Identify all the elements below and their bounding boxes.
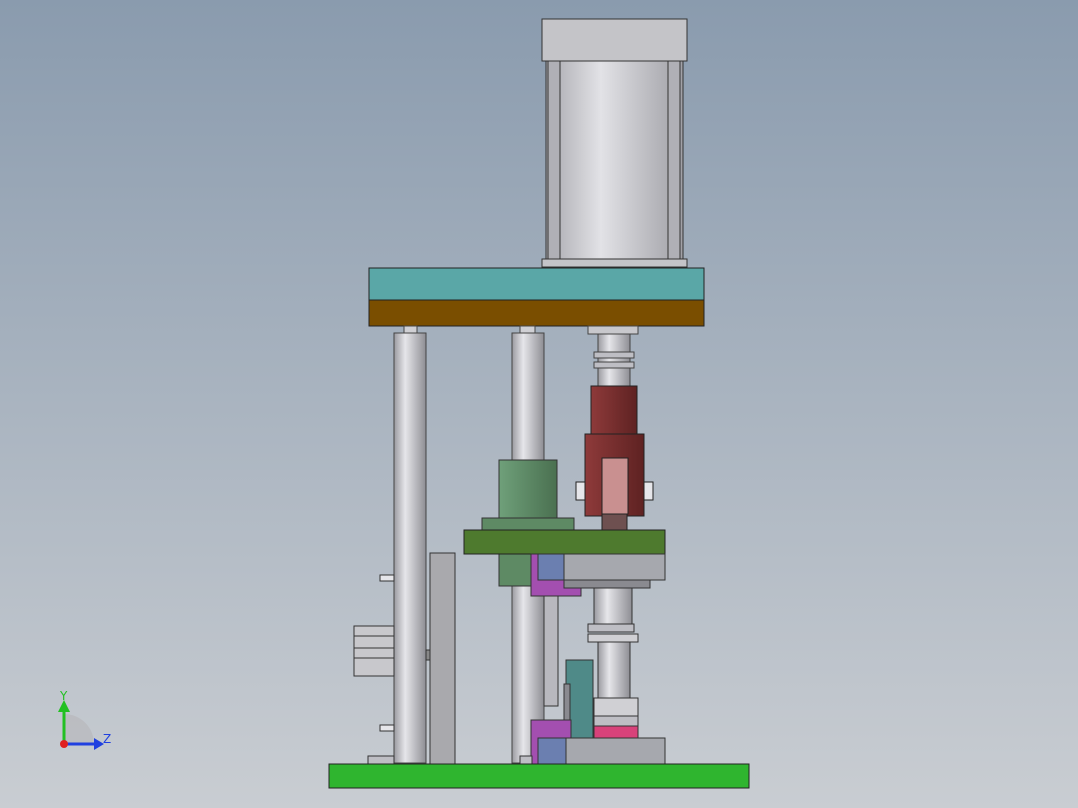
cad-viewport[interactable]: Y Z [0, 0, 1078, 808]
air-cylinder[interactable] [541, 18, 688, 268]
moving-plate[interactable] [463, 529, 666, 555]
triad-z-label: Z [103, 732, 111, 746]
x-axis-dot [60, 740, 68, 748]
side-panel[interactable] [429, 552, 456, 765]
top-plate[interactable] [368, 267, 705, 327]
guide-rod-left[interactable] [393, 325, 427, 764]
assembly-drawing: Y Z [0, 0, 1078, 808]
base-plate[interactable] [328, 763, 750, 789]
triad-y-label: Y [59, 689, 68, 703]
